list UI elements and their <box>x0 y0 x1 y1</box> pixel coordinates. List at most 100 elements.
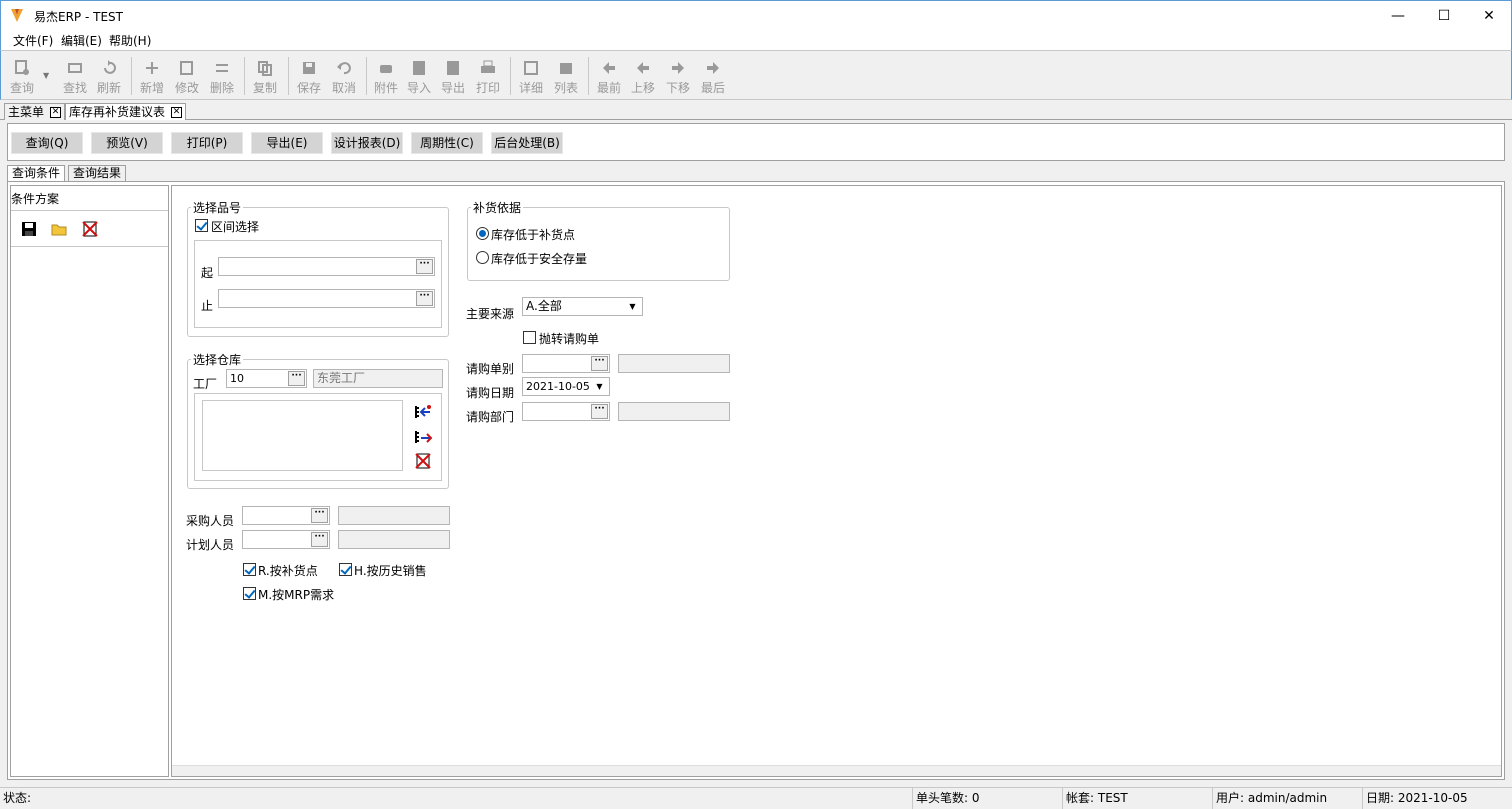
delete-scheme-icon[interactable] <box>81 220 99 238</box>
design-report-button[interactable]: 设计报表(D) <box>331 132 403 154</box>
toolbar-save-button[interactable]: 保存 <box>292 59 326 99</box>
to-label: 止 <box>201 299 214 313</box>
import-icon <box>413 61 425 75</box>
planner-name-field <box>338 530 450 549</box>
toolbar-first-button[interactable]: 最前 <box>592 59 626 99</box>
toolbar-attachment-button[interactable]: 附件 <box>369 59 403 99</box>
toolbar-last-button[interactable]: 最后 <box>696 59 730 99</box>
preview-button[interactable]: 预览(V) <box>91 132 163 154</box>
mrp-demand-checkbox[interactable] <box>243 587 256 600</box>
toolbar-separator <box>244 57 245 95</box>
detail-icon <box>524 61 538 75</box>
toolbar-separator <box>366 57 367 95</box>
toolbar-copy-button[interactable]: 复制 <box>248 59 282 99</box>
menu-file[interactable]: 文件(F) <box>13 32 53 49</box>
toolbar-up-button[interactable]: 上移 <box>626 59 660 99</box>
minimize-button[interactable]: — <box>1375 1 1421 31</box>
reorder-point-checkbox[interactable] <box>243 563 256 576</box>
factory-name-field: 东莞工厂 <box>313 369 443 388</box>
planner-lookup-button[interactable]: ··· <box>311 532 328 547</box>
item-to-lookup-button[interactable]: ··· <box>416 291 433 306</box>
pr-type-label: 请购单别 <box>466 362 515 376</box>
from-label: 起 <box>201 266 214 280</box>
app-logo-icon <box>11 9 23 22</box>
toolbar-export-button[interactable]: 导出 <box>436 59 470 99</box>
pr-dept-lookup-button[interactable]: ··· <box>591 404 608 419</box>
toolbar-detail-button[interactable]: 详细 <box>514 59 548 99</box>
query-button[interactable]: 查询(Q) <box>11 132 83 154</box>
maximize-icon: ☐ <box>1437 8 1451 24</box>
current-user: 用户: admin/admin <box>1212 788 1362 809</box>
query-icon <box>15 60 29 75</box>
window-title: 易杰ERP - TEST <box>34 10 123 24</box>
toolbar-list-button[interactable]: 列表 <box>549 59 583 99</box>
maximize-button[interactable]: ☐ <box>1421 1 1467 31</box>
horizontal-scrollbar[interactable] <box>172 765 1501 776</box>
toolbar-separator <box>131 57 132 95</box>
save-scheme-icon[interactable] <box>21 221 37 237</box>
toolbar-edit-button[interactable]: 修改 <box>170 59 204 99</box>
source-dropdown-icon[interactable]: ▼ <box>625 298 640 315</box>
factory-lookup-button[interactable]: ··· <box>288 371 305 386</box>
toolbar-import-button[interactable]: 导入 <box>402 59 436 99</box>
last-icon <box>707 62 719 74</box>
pr-type-lookup-button[interactable]: ··· <box>591 356 608 371</box>
below-reorder-radio[interactable] <box>476 227 489 240</box>
warehouse-selection-title: 选择仓库 <box>191 351 244 368</box>
clear-warehouse-icon[interactable] <box>414 452 432 470</box>
toolbar-separator <box>510 57 511 95</box>
history-sales-checkbox[interactable] <box>339 563 352 576</box>
export-button[interactable]: 导出(E) <box>251 132 323 154</box>
add-warehouse-icon[interactable] <box>414 404 432 420</box>
close-tab-icon[interactable]: ✕ <box>171 107 183 118</box>
toolbar-separator <box>588 57 589 95</box>
throw-pr-checkbox[interactable] <box>523 331 536 344</box>
close-tab-icon[interactable]: ✕ <box>50 107 62 118</box>
first-icon <box>603 62 615 74</box>
toolbar-add-button[interactable]: 新增 <box>135 59 169 99</box>
print-button[interactable]: 打印(P) <box>171 132 243 154</box>
add-icon <box>146 62 158 74</box>
warehouse-list[interactable] <box>202 400 403 471</box>
menu-edit[interactable]: 编辑(E) <box>61 32 102 49</box>
below-safety-radio[interactable] <box>476 251 489 264</box>
item-from-lookup-button[interactable]: ··· <box>416 259 433 274</box>
item-to-input[interactable] <box>218 289 435 308</box>
reorder-point-label: R.按补货点 <box>258 564 318 578</box>
title-bar: 易杰ERP - TEST — ☐ ✕ <box>0 0 1512 30</box>
current-date: 日期: 2021-10-05 <box>1362 788 1512 809</box>
open-folder-icon[interactable] <box>51 221 69 237</box>
buyer-lookup-button[interactable]: ··· <box>311 508 328 523</box>
toolbar-print-button[interactable]: 打印 <box>471 59 505 99</box>
toolbar-query-button[interactable]: 查询 <box>5 59 39 99</box>
refresh-icon <box>104 60 116 74</box>
status-text: 状态: <box>3 791 32 805</box>
toolbar-refresh-button[interactable]: 刷新 <box>92 59 126 99</box>
list-icon <box>560 63 572 74</box>
status-bar: 状态: 单头笔数: 0 帐套: TEST 用户: admin/admin 日期:… <box>0 787 1512 809</box>
export-icon <box>447 61 459 75</box>
toolbar-delete-button[interactable]: 删除 <box>205 59 239 99</box>
account-set: 帐套: TEST <box>1062 788 1212 809</box>
tab-replenishment-report[interactable]: 库存再补货建议表 ✕ <box>65 103 187 120</box>
planner-label: 计划人员 <box>186 538 235 552</box>
toolbar-separator <box>288 57 289 95</box>
remove-warehouse-icon[interactable] <box>414 429 432 445</box>
query-dropdown-icon[interactable]: ▼ <box>43 71 49 80</box>
below-safety-label: 库存低于安全存量 <box>491 252 588 266</box>
toolbar-cancel-button[interactable]: 取消 <box>327 59 361 99</box>
tab-main-menu[interactable]: 主菜单 ✕ <box>4 103 66 120</box>
tab-query-conditions[interactable]: 查询条件 <box>7 165 66 181</box>
close-button[interactable]: ✕ <box>1466 1 1512 31</box>
range-select-checkbox[interactable] <box>195 219 208 232</box>
date-dropdown-icon[interactable]: ▼ <box>592 378 607 395</box>
tab-query-results[interactable]: 查询结果 <box>68 165 127 181</box>
periodic-button[interactable]: 周期性(C) <box>411 132 483 154</box>
delete-icon <box>216 64 228 72</box>
pr-type-name-field <box>618 354 730 373</box>
menu-help[interactable]: 帮助(H) <box>109 32 151 49</box>
item-from-input[interactable] <box>218 257 435 276</box>
toolbar-down-button[interactable]: 下移 <box>661 59 695 99</box>
background-process-button[interactable]: 后台处理(B) <box>491 132 563 154</box>
toolbar-find-button[interactable]: 查找 <box>58 59 92 99</box>
